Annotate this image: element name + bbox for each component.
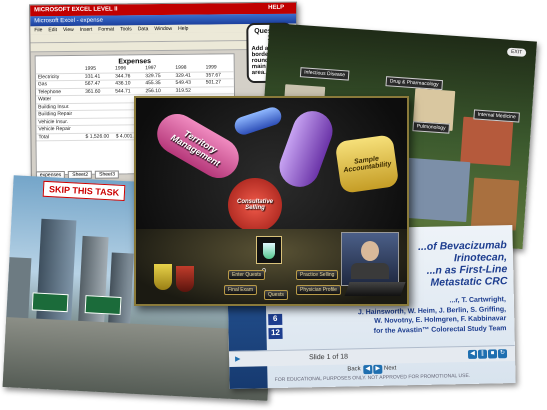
lab-flask-monitor [256,236,282,264]
row-label: Telephone [37,88,62,95]
skip-task-button[interactable]: SKIP THIS TASK [42,180,126,202]
menu-item[interactable]: Data [138,26,149,32]
table-cell[interactable]: 549.43 [174,80,204,87]
table-cell[interactable]: 361.60 [83,88,113,95]
presenter-body [351,263,389,279]
table-cell[interactable]: 329.75 [143,72,173,79]
table-cell[interactable] [83,103,113,110]
building [470,177,520,231]
road-sign [31,292,69,313]
table-cell[interactable]: 344.76 [113,73,143,80]
menu-item[interactable]: Help [178,26,188,32]
help-button[interactable]: HELP [256,2,297,15]
table-cell[interactable]: 567.47 [83,81,113,88]
game-menu-button[interactable]: Final Exam [224,285,258,295]
game-menu-button[interactable]: Enter Quests [228,270,266,280]
exit-button[interactable]: EXIT [506,47,527,57]
slide-thumb-number[interactable]: 12 [268,327,283,340]
presenter-face [361,241,379,261]
row-label: Gas [37,81,48,88]
skyscraper [107,252,134,334]
table-cell[interactable]: $ 1,526.00 [84,133,114,140]
pill-purple[interactable] [273,105,339,193]
table-cell[interactable] [83,111,113,118]
sheet-tab[interactable]: Sheet3 [95,170,120,179]
game-menu-button[interactable]: Practice Selling [296,270,339,280]
location-label[interactable]: Infectious Disease [299,67,350,81]
table-cell[interactable] [83,118,113,125]
disclaimer: FOR EDUCATIONAL PURPOSES ONLY. NOT APPRO… [274,372,471,384]
replay-icon[interactable]: ↻ [497,349,508,359]
table-cell[interactable]: 544.71 [113,88,143,95]
row-label: Vehicle Insur. [38,118,69,125]
row-label: Building Repair [38,110,73,118]
year-header: 1995 [84,65,96,72]
table-cell[interactable]: 501.27 [204,79,234,86]
menu-item[interactable]: View [63,27,74,33]
menu-item[interactable]: File [34,27,42,33]
year-header: 1998 [175,64,187,71]
row-label: Water [38,96,52,103]
pill-button[interactable]: Territory Management [149,106,247,186]
play-icon[interactable]: ▶ [235,355,241,363]
flask-icon [154,264,172,290]
table-cell[interactable]: 436.10 [113,80,143,87]
game-menu-button[interactable]: Physician Profile [296,285,341,295]
skyscraper [77,235,109,333]
table-cell[interactable]: 319.52 [174,87,204,94]
year-header: 1999 [205,64,217,71]
laptop-icon [344,282,406,296]
flask-icon [176,266,194,292]
sales-training-game-screenshot: Territory Management Sample Accountabili… [134,96,409,306]
table-cell[interactable]: 455.35 [143,80,173,87]
year-header: 1996 [114,65,127,72]
row-label: Total [38,133,50,140]
year-header: 1997 [145,65,157,72]
menu-item[interactable]: Window [154,26,172,32]
row-label: Vehicle Repair [38,125,71,133]
menu-item[interactable]: Edit [48,27,57,33]
pause-icon[interactable]: ∥ [477,349,488,359]
location-label[interactable]: Drug & Pharmacology [385,76,443,91]
table-cell[interactable]: 256.10 [143,87,173,94]
game-menu-button[interactable]: Quests [264,290,288,300]
rewind-icon[interactable]: ◀ [467,349,478,359]
table-cell[interactable]: 329.41 [173,72,203,79]
playback-buttons: ◀ ∥ ■ ↻ [467,349,508,359]
row-label: Building Insur. [38,103,70,110]
pill-button[interactable]: Consultative Selling [228,178,282,232]
table-cell[interactable] [83,126,113,133]
presenter-video [341,232,399,286]
location-label[interactable]: Pulmonology [412,121,450,134]
menu-item[interactable]: Format [98,27,114,33]
building [460,116,514,167]
slide-counter: Slide 1 of 18 [308,353,349,362]
table-cell[interactable]: 357.67 [204,72,234,79]
stop-icon[interactable]: ■ [487,349,498,359]
flask-icon [263,243,275,259]
skyscraper [35,218,77,331]
excel-course-title: MICROSOFT EXCEL LEVEL II [34,6,118,14]
table-cell[interactable] [83,96,113,103]
small-pill[interactable] [232,105,284,137]
table-cell[interactable]: 331.41 [83,73,113,80]
menu-item[interactable]: Tools [120,26,132,32]
row-label: Electricity [37,73,60,80]
slide-thumb-number[interactable]: 6 [268,313,283,326]
road-sign [84,295,122,315]
pill-button[interactable]: Sample Accountability [334,134,400,194]
table-cell[interactable] [204,87,234,94]
menu-item[interactable]: Insert [80,27,93,33]
